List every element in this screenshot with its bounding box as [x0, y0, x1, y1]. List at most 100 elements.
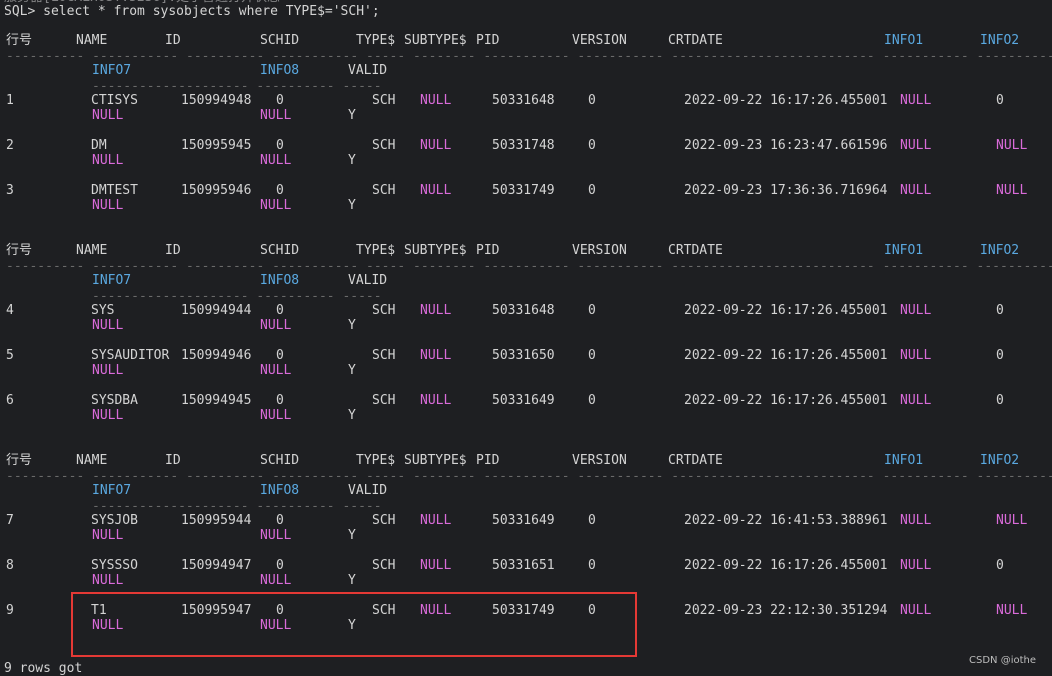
highlight-box — [71, 592, 637, 657]
result-cell-name: DM — [91, 138, 107, 153]
result-cell-crtdate: 2022-09-22 16:17:26.455001 — [684, 348, 888, 363]
result-cell-pid: 50331650 — [492, 348, 555, 363]
column-header-info8: INFO8 — [260, 273, 300, 288]
column-header-pid: PID — [476, 453, 500, 468]
result-cell-schid: 0 — [276, 138, 284, 153]
result-cell-valid: Y — [348, 363, 356, 378]
result-cell-no: 3 — [6, 183, 14, 198]
column-header-subtype: SUBTYPE$ — [404, 33, 467, 48]
result-cell-type: SCH — [372, 303, 396, 318]
result-cell-name: SYSDBA — [91, 393, 138, 408]
column-header-type: TYPE$ — [356, 33, 396, 48]
result-cell-info2: 0 — [996, 348, 1004, 363]
result-cell-no: 2 — [6, 138, 14, 153]
result-cell-version: 0 — [588, 93, 596, 108]
result-cell-no: 6 — [6, 393, 14, 408]
result-cell-info8: NULL — [260, 573, 292, 588]
result-cell-info7: NULL — [92, 363, 124, 378]
column-header-name: NAME — [76, 33, 108, 48]
column-header-crtdate: CRTDATE — [668, 453, 723, 468]
result-cell-info8: NULL — [260, 363, 292, 378]
separator-line: ---------- ----------- ---------- ------… — [6, 49, 1052, 64]
result-cell-info2: NULL — [996, 183, 1028, 198]
column-header-schid: SCHID — [260, 243, 300, 258]
result-cell-valid: Y — [348, 108, 356, 123]
result-cell-type: SCH — [372, 558, 396, 573]
result-cell-type: SCH — [372, 183, 396, 198]
result-cell-info1: NULL — [900, 93, 932, 108]
column-header-pid: PID — [476, 33, 500, 48]
result-cell-info1: NULL — [900, 558, 932, 573]
result-cell-no: 4 — [6, 303, 14, 318]
column-header-id: ID — [165, 243, 181, 258]
result-cell-info1: NULL — [900, 513, 932, 528]
column-header-id: ID — [165, 33, 181, 48]
result-cell-valid: Y — [348, 153, 356, 168]
result-cell-info8: NULL — [260, 108, 292, 123]
column-header-row_no: 行号 — [6, 243, 33, 258]
result-cell-subtype: NULL — [420, 393, 452, 408]
column-header-version: VERSION — [572, 33, 627, 48]
result-cell-pid: 50331651 — [492, 558, 555, 573]
result-cell-info7: NULL — [92, 573, 124, 588]
result-cell-pid: 50331648 — [492, 93, 555, 108]
result-cell-info1: NULL — [900, 393, 932, 408]
result-cell-crtdate: 2022-09-22 16:17:26.455001 — [684, 393, 888, 408]
column-header-version: VERSION — [572, 243, 627, 258]
result-cell-name: DMTEST — [91, 183, 138, 198]
result-cell-type: SCH — [372, 138, 396, 153]
result-cell-schid: 0 — [276, 93, 284, 108]
column-header-info7: INFO7 — [92, 273, 132, 288]
result-cell-info2: NULL — [996, 138, 1028, 153]
result-cell-id: 150995944 — [181, 513, 252, 528]
result-cell-info8: NULL — [260, 153, 292, 168]
result-cell-no: 1 — [6, 93, 14, 108]
result-cell-type: SCH — [372, 393, 396, 408]
result-cell-no: 9 — [6, 603, 14, 618]
result-cell-name: SYS — [91, 303, 115, 318]
result-cell-subtype: NULL — [420, 183, 452, 198]
result-cell-type: SCH — [372, 93, 396, 108]
result-cell-schid: 0 — [276, 183, 284, 198]
column-header-schid: SCHID — [260, 33, 300, 48]
result-cell-pid: 50331748 — [492, 138, 555, 153]
separator-line: ---------- ----------- ---------- ------… — [6, 259, 1052, 274]
result-cell-type: SCH — [372, 513, 396, 528]
column-header-info1: INFO1 — [884, 453, 924, 468]
separator-line: -------------------- ---------- ----- — [92, 79, 382, 94]
result-cell-info1: NULL — [900, 603, 932, 618]
result-cell-subtype: NULL — [420, 558, 452, 573]
result-cell-info1: NULL — [900, 183, 932, 198]
result-cell-id: 150994946 — [181, 348, 252, 363]
result-cell-name: SYSJOB — [91, 513, 138, 528]
result-cell-no: 7 — [6, 513, 14, 528]
result-cell-schid: 0 — [276, 558, 284, 573]
result-cell-crtdate: 2022-09-22 16:17:26.455001 — [684, 558, 888, 573]
result-cell-schid: 0 — [276, 348, 284, 363]
result-cell-pid: 50331649 — [492, 393, 555, 408]
result-cell-id: 150994944 — [181, 303, 252, 318]
column-header-name: NAME — [76, 243, 108, 258]
result-cell-name: SYSAUDITOR — [91, 348, 170, 363]
result-cell-id: 150995946 — [181, 183, 252, 198]
column-header-schid: SCHID — [260, 453, 300, 468]
result-cell-valid: Y — [348, 198, 356, 213]
result-cell-subtype: NULL — [420, 348, 452, 363]
column-header-valid: VALID — [348, 483, 388, 498]
column-header-subtype: SUBTYPE$ — [404, 453, 467, 468]
result-cell-pid: 50331648 — [492, 303, 555, 318]
result-cell-subtype: NULL — [420, 138, 452, 153]
column-header-subtype: SUBTYPE$ — [404, 243, 467, 258]
separator-line: ---------- ----------- ---------- ------… — [6, 469, 1052, 484]
result-cell-id: 150994948 — [181, 93, 252, 108]
column-header-type: TYPE$ — [356, 243, 396, 258]
result-cell-valid: Y — [348, 573, 356, 588]
separator-line: -------------------- ---------- ----- — [92, 289, 382, 304]
column-header-info2: INFO2 — [980, 453, 1020, 468]
column-header-info2: INFO2 — [980, 33, 1020, 48]
column-header-crtdate: CRTDATE — [668, 33, 723, 48]
result-cell-id: 150994947 — [181, 558, 252, 573]
result-cell-subtype: NULL — [420, 93, 452, 108]
result-cell-info7: NULL — [92, 528, 124, 543]
result-cell-type: SCH — [372, 348, 396, 363]
